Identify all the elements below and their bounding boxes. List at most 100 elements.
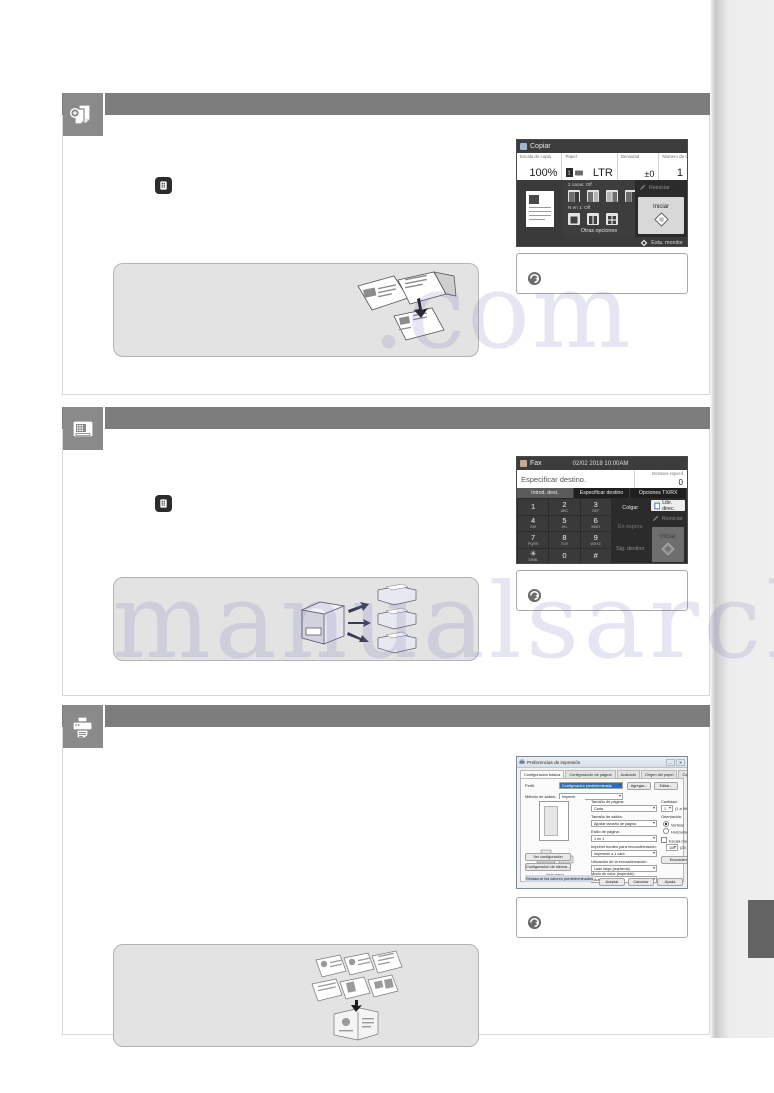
copies-range: (1 a 99) — [675, 806, 688, 811]
nup-option-2-icon[interactable] — [587, 213, 599, 225]
home-key-icon[interactable] — [155, 495, 172, 512]
tab-calidad[interactable]: Calidad — [678, 770, 687, 778]
copy-info-box — [113, 263, 479, 357]
tab-introd-dest[interactable]: Introd. dest. — [517, 488, 574, 498]
key-number: 1 — [531, 501, 536, 511]
dialog-title-text: Preferencias de impresión — [527, 759, 581, 765]
fax-start-button[interactable]: Iniciar — [651, 527, 685, 562]
fax-reference-box[interactable] — [516, 570, 688, 611]
duplex-option-2-icon[interactable] — [587, 190, 599, 202]
cancel-button[interactable]: Cancelar — [628, 878, 654, 886]
orientation-landscape-radio[interactable]: Horizontal — [663, 828, 687, 835]
copy-field-ratio[interactable]: Escala de copia 100% — [517, 153, 563, 180]
copy-status-monitor-button[interactable]: Esta. monitor — [517, 237, 687, 246]
page-size-select[interactable]: Carta — [591, 805, 657, 812]
copy-reset-button[interactable]: Reiniciar — [639, 184, 683, 191]
profile-add-button[interactable]: Agregar... — [627, 782, 651, 790]
fax-numeric-keypad[interactable]: 1 2 ABC 3 DEF 4 GHI 5 JKL 6 MNO 7 PQRS 8 TUV 9W… — [517, 498, 612, 563]
restore-defaults-link[interactable]: Restaurar los valores predeterminados — [525, 875, 595, 882]
copy-nup-options[interactable] — [568, 213, 618, 225]
keypad-key[interactable]: 6 MNO — [580, 515, 611, 531]
dialog-window-buttons[interactable]: – ✕ — [666, 758, 685, 766]
fax-destination-input[interactable]: Especificar destino. — [517, 470, 635, 488]
fax-screen-titlebar: Fax 02/02 2018 10:00AM — [517, 457, 687, 470]
copy-field-copies[interactable]: Número de copias 1 — [659, 153, 687, 180]
duplex-option-1-icon[interactable] — [568, 190, 580, 202]
fax-hold-button[interactable]: En espera — [614, 520, 647, 534]
page-style-label: Estilo de página: — [591, 829, 620, 834]
fax-next-dest-button[interactable]: Sig. destino — [614, 542, 647, 556]
copy-main-area: 2 caras: Off N en 1: Off Otras opciones … — [517, 180, 687, 237]
page-left-margin — [0, 0, 62, 1093]
fax-control-panel-screen[interactable]: Fax 02/02 2018 10:00AM Especificar desti… — [516, 456, 688, 564]
copy-preview-document — [526, 190, 554, 227]
nup-option-1-icon[interactable] — [568, 213, 580, 225]
copy-control-panel-screen[interactable]: Copiar Escala de copia 100% Papel 1 LTR … — [516, 139, 688, 247]
copy-field-density[interactable]: Densidad ±0 — [618, 153, 660, 180]
manual-scale-checkbox[interactable]: Escala manual — [661, 837, 687, 844]
keypad-key[interactable]: 0 — [549, 548, 580, 563]
print-reference-box[interactable] — [516, 897, 688, 938]
fax-start-label: Iniciar — [659, 533, 676, 540]
output-size-select[interactable]: Ajustar tamaño de página — [591, 820, 657, 827]
close-button[interactable]: ✕ — [676, 758, 685, 766]
profile-select[interactable]: Configuración predeterminada — [559, 782, 623, 789]
binding-print-select[interactable]: Impresión a 1 cara — [591, 850, 657, 857]
language-settings-button[interactable]: Configuración de idioma... — [525, 863, 571, 871]
page-size-label: Tamaño de página: — [591, 799, 625, 804]
profile-edit-button[interactable]: Editar... — [654, 782, 678, 790]
fax-hangup-button[interactable]: Colgar — [614, 501, 647, 515]
manual-page: Copiar Escala de copia 100% Papel 1 LTR … — [0, 0, 774, 1093]
help-button[interactable]: Ayuda — [657, 878, 683, 886]
tab-configuracion-basica[interactable]: Configuración básica — [520, 770, 565, 778]
copy-duplex-options[interactable] — [568, 190, 637, 202]
keypad-key[interactable]: 3 DEF — [580, 499, 611, 515]
gutter-settings-button[interactable]: Encuadernación... — [661, 856, 687, 864]
copy-other-options-button[interactable]: Otras opciones — [563, 228, 635, 234]
keypad-key[interactable]: 7 PQRS — [518, 532, 549, 548]
keypad-key[interactable]: 1 — [518, 499, 549, 515]
minimize-button[interactable]: – — [666, 758, 675, 766]
keypad-key[interactable]: # — [580, 548, 611, 563]
keypad-key[interactable]: 9 WXYZ — [580, 532, 611, 548]
view-settings-button[interactable]: Ver configuración — [525, 853, 571, 861]
keypad-key[interactable]: 2 ABC — [549, 499, 580, 515]
key-number: 5 — [562, 516, 567, 526]
key-sub: PQRS — [528, 541, 539, 546]
home-key-icon[interactable] — [155, 177, 172, 194]
key-sub: GHI — [529, 525, 537, 530]
copy-start-button[interactable]: Iniciar — [638, 197, 684, 234]
copy-reset-label: Reiniciar — [649, 184, 670, 191]
fax-address-book-button[interactable]: Libr. direc. — [650, 500, 686, 512]
fax-screen-title: Fax — [530, 460, 542, 467]
scale-value-input[interactable]: 100 — [666, 844, 678, 851]
tab-acabado[interactable]: Acabado — [616, 770, 640, 778]
tab-especificar-destino[interactable]: Especificar destino — [574, 488, 631, 498]
fax-reset-button[interactable]: Reiniciar — [652, 515, 684, 522]
tab-opciones-txrx[interactable]: Opciones TX/RX — [630, 488, 687, 498]
key-sub: TUV — [560, 541, 568, 546]
copy-status-monitor-label: Esta. monitor — [651, 239, 683, 246]
copy-field-paper[interactable]: Papel 1 LTR — [562, 153, 618, 180]
copy-reference-box[interactable] — [516, 253, 688, 294]
tab-configuracion-pagina[interactable]: Configuración de página — [565, 770, 616, 778]
keypad-key[interactable]: 4 GHI — [518, 515, 549, 531]
svg-text:1: 1 — [568, 171, 571, 177]
keypad-key[interactable]: 5 JKL — [549, 515, 580, 531]
printer-preferences-dialog[interactable]: Preferencias de impresión – ✕ Configurac… — [516, 756, 688, 889]
ok-button[interactable]: Aceptar — [599, 878, 625, 886]
nup-option-4-icon[interactable] — [606, 213, 618, 225]
duplex-option-3-icon[interactable] — [606, 190, 618, 202]
key-sub: MNO — [591, 525, 600, 530]
key-number: 2 — [562, 499, 567, 509]
keypad-key[interactable]: ✳ SIMB. — [518, 548, 549, 563]
tab-origen-papel[interactable]: Origen del papel — [640, 770, 678, 778]
orientation-portrait-radio[interactable]: Vertical — [663, 821, 683, 828]
keypad-key[interactable]: 8 TUV — [549, 532, 580, 548]
copy-document-icon — [63, 93, 105, 136]
key-number: 0 — [562, 551, 567, 561]
page-style-select[interactable]: 1 en 1 — [591, 835, 657, 842]
status-monitor-icon — [640, 239, 648, 246]
copies-stepper[interactable]: 1 — [661, 805, 673, 812]
fax-app-icon — [520, 460, 527, 467]
